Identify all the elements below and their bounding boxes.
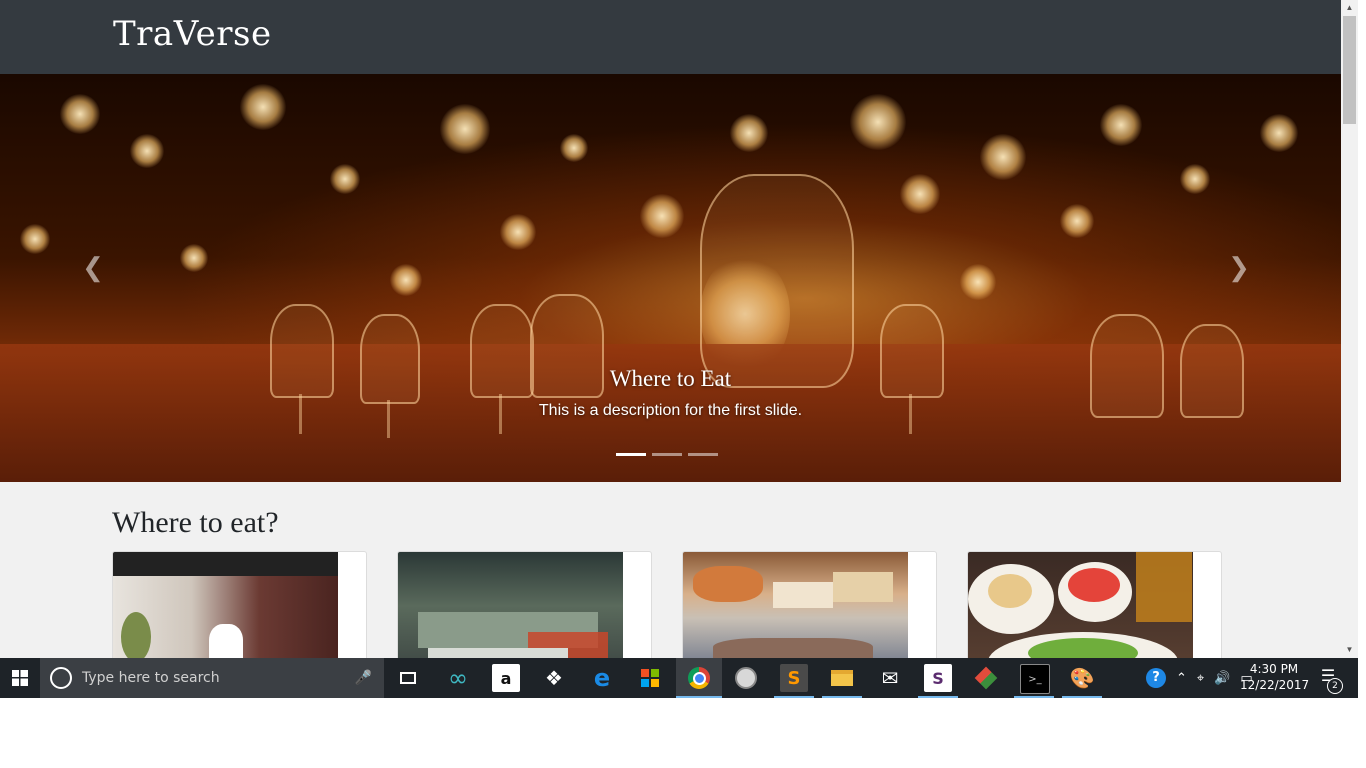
git-icon[interactable] [972,664,1000,692]
food-dishes-photo[interactable] [968,552,1193,658]
taskbar-clock[interactable]: 4:30 PM 12/22/2017 [1240,661,1310,693]
volume-icon[interactable]: 🔊 [1214,671,1230,686]
chrome-icon[interactable] [685,664,713,692]
place-card-4[interactable] [967,551,1222,658]
caption-description: This is a description for the first slid… [538,402,803,419]
taskbar-search[interactable]: Type here to search 🎤 [40,658,384,698]
mail-icon[interactable]: ✉ [876,664,904,692]
place-card-2[interactable] [397,551,652,658]
help-icon[interactable]: ? [1146,668,1166,688]
paint-active-indicator [1062,696,1102,698]
start-button[interactable] [0,658,40,698]
sublime-active-indicator [774,696,814,698]
carousel-indicator-1[interactable] [616,453,646,456]
notification-count-badge: 2 [1327,678,1343,694]
carousel-caption: Where to Eat This is a description for t… [0,366,1341,420]
carousel-prev-control[interactable]: ❮ [80,252,106,282]
clock-date: 12/22/2017 [1240,678,1310,692]
carousel-indicator-3[interactable] [688,453,718,456]
place-card-3[interactable] [682,551,937,658]
windows-taskbar: Type here to search 🎤 ∞ a ❖ e S ✉ S >_ 🎨… [0,658,1358,698]
chrome-active-indicator [676,696,722,698]
slack-icon[interactable]: S [924,664,952,692]
chevron-left-icon: ❮ [82,252,104,282]
terminal-icon[interactable]: >_ [1020,664,1050,694]
paint-icon[interactable]: 🎨 [1068,664,1096,692]
infinity-app-icon[interactable]: ∞ [444,664,472,692]
sublime-text-icon[interactable]: S [780,664,808,692]
carousel-indicators [616,453,718,456]
windows-logo-icon [12,670,28,686]
app-icon[interactable] [732,664,760,692]
place-card-1[interactable] [112,551,367,658]
scroll-down-icon[interactable]: ▼ [1341,642,1358,658]
dropbox-icon[interactable]: ❖ [540,664,568,692]
chevron-right-icon: ❯ [1228,252,1250,282]
microphone-icon[interactable]: 🎤 [355,670,372,686]
hero-carousel: ❮ ❯ Where to Eat This is a description f… [0,74,1341,482]
vertical-scrollbar[interactable]: ▲ ▼ [1341,0,1358,658]
carousel-next-control[interactable]: ❯ [1226,252,1252,282]
caption-title: Where to Eat [609,366,732,391]
amazon-icon[interactable]: a [492,664,520,692]
slack-active-indicator [918,696,958,698]
edge-icon[interactable]: e [588,664,616,692]
section-title: Where to eat? [112,506,279,539]
chevron-up-icon[interactable]: ⌃ [1176,671,1187,686]
cortana-icon [50,667,72,689]
explorer-active-indicator [822,696,862,698]
cafe-dining-room-photo[interactable] [398,552,623,658]
store-icon[interactable] [636,664,664,692]
wifi-icon[interactable]: ⌖ [1197,671,1204,686]
browser-viewport: TraVerse ❮ ❯ Where to Eat This is a desc… [0,0,1341,658]
navbar: TraVerse [0,0,1341,74]
task-view-icon[interactable] [394,664,422,692]
brand-logo[interactable]: TraVerse [113,14,272,54]
scroll-up-icon[interactable]: ▲ [1341,0,1358,16]
clock-time: 4:30 PM [1249,662,1299,676]
carousel-indicator-2[interactable] [652,453,682,456]
scrollbar-thumb[interactable] [1343,16,1356,124]
system-tray: ? ⌃ ⌖ 🔊 ▭ [1146,658,1253,698]
bakery-display-photo[interactable] [683,552,908,658]
file-explorer-icon[interactable] [828,664,856,692]
search-placeholder: Type here to search [82,670,220,686]
restaurant-interior-photo[interactable] [113,552,338,658]
terminal-active-indicator [1014,696,1054,698]
